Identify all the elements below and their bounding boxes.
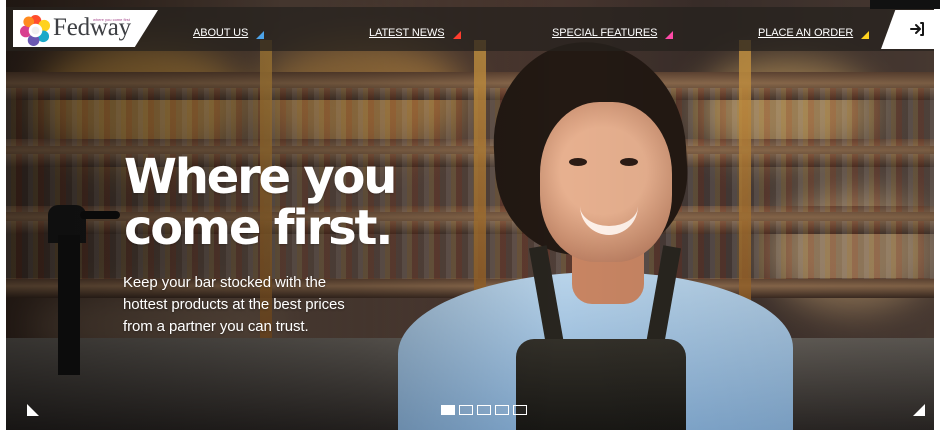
fedway-flower-logo-icon [20,15,51,46]
nav-latest-news-label: LATEST NEWS [369,26,445,39]
slide-dot-5[interactable] [513,405,527,415]
fedway-logo-link[interactable]: Fedway where you come first [13,10,158,47]
nav-about-us-label: ABOUT US [193,26,249,39]
nav-place-an-order[interactable]: PLACE AN ORDER [758,24,870,41]
hero-headline: Where you come first. [124,149,397,256]
hero-banner: Fedway where you come first ABOUT US LAT… [6,0,934,430]
previous-slide-button[interactable] [27,404,39,416]
nav-special-features[interactable]: SPECIAL FEATURES [552,24,674,41]
slide-dot-4[interactable] [495,405,509,415]
triangle-marker-icon [665,30,674,39]
slider-pagination [441,405,527,415]
triangle-marker-icon [861,30,870,39]
nav-place-an-order-label: PLACE AN ORDER [758,26,854,39]
next-slide-button[interactable] [913,404,925,416]
login-icon [910,22,924,36]
bottom-page-frame [0,430,940,434]
hero-subheadline: Keep your bar stocked with the hottest p… [123,274,345,335]
slide-dot-2[interactable] [459,405,473,415]
slide-dot-1[interactable] [441,405,455,415]
top-right-edge [870,0,940,9]
nav-special-features-label: SPECIAL FEATURES [552,26,658,39]
triangle-marker-icon [452,30,461,39]
left-page-frame [0,0,6,434]
triangle-marker-icon [256,30,265,39]
next-slide-icon [913,404,925,416]
nav-about-us[interactable]: ABOUT US [193,24,265,41]
fedway-homepage: Fedway where you come first ABOUT US LAT… [0,0,940,434]
previous-slide-icon [27,404,39,416]
nav-latest-news[interactable]: LATEST NEWS [369,24,461,41]
slide-dot-3[interactable] [477,405,491,415]
brand-tagline: where you come first [93,17,130,22]
